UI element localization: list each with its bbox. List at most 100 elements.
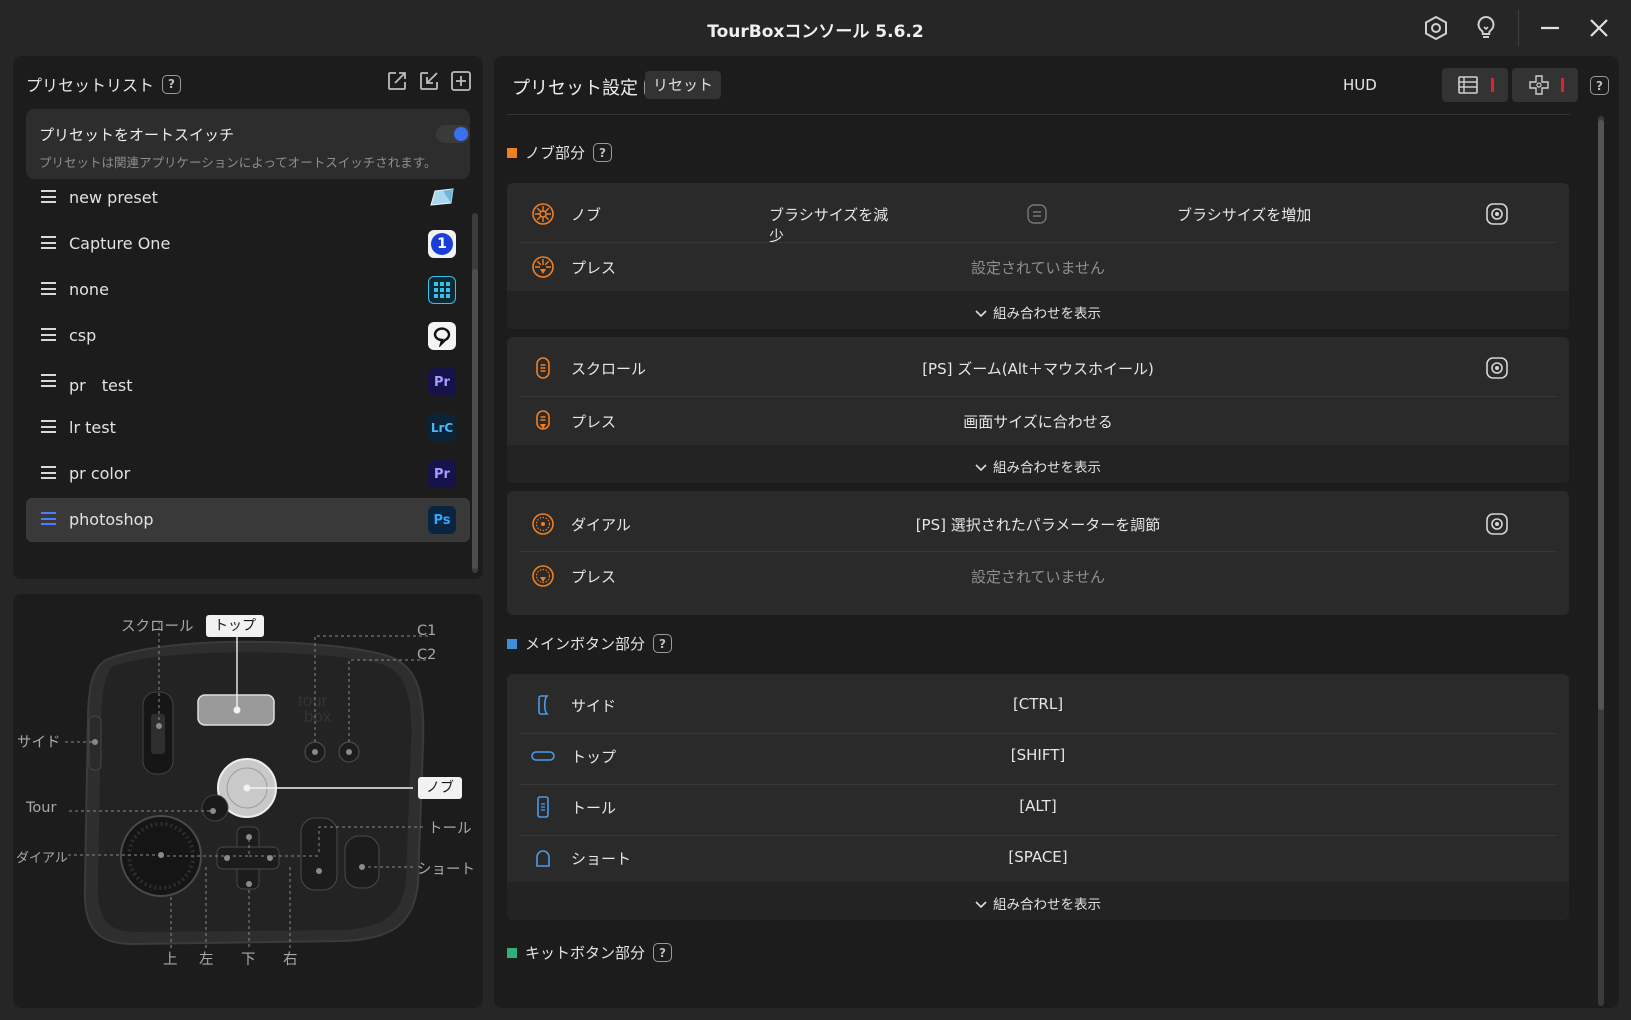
action-value[interactable]: [CTRL] xyxy=(507,695,1569,713)
chevron-down-icon xyxy=(975,310,987,318)
knob-card: ノブ ブラシサイズを減少 ブラシサイズを増加 プレス 設定されていません 組み合… xyxy=(507,183,1569,329)
hud-list-toggle[interactable] xyxy=(1442,68,1508,102)
gear-icon[interactable] xyxy=(1485,512,1509,536)
dpad-layout-icon xyxy=(1529,75,1549,95)
drag-handle-icon[interactable] xyxy=(41,512,56,525)
show-combinations-label: 組み合わせを表示 xyxy=(993,460,1101,476)
chevron-down-icon xyxy=(975,901,987,909)
preset-list-header: プリセットリスト ? xyxy=(26,72,182,96)
tourbox-device-illustration: tour box xyxy=(65,621,428,948)
help-icon[interactable]: ? xyxy=(593,143,613,162)
label-left: 左 xyxy=(199,952,214,968)
scroll-rotate-row[interactable]: スクロール [PS] ズーム(Alt＋マウスホイール) xyxy=(507,343,1569,393)
show-combinations-link[interactable]: 組み合わせを表示 xyxy=(507,302,1569,322)
show-combinations-link[interactable]: 組み合わせを表示 xyxy=(507,456,1569,476)
label-short: ショート xyxy=(417,862,475,878)
label-top-button: トップ xyxy=(206,615,264,637)
section-title: メインボタン部分 xyxy=(525,635,646,653)
premiere-icon: Pr xyxy=(428,460,456,488)
import-icon[interactable] xyxy=(417,69,441,93)
drag-handle-icon[interactable] xyxy=(41,236,56,249)
preset-item[interactable]: none xyxy=(26,268,470,312)
preset-settings-title: プリセット設定 xyxy=(512,78,638,99)
action-value[interactable]: [PS] 選択されたパラメーターを調節 xyxy=(507,514,1569,535)
chevron-down-icon xyxy=(975,464,987,472)
swap-direction-icon[interactable] xyxy=(1027,204,1047,224)
action-value[interactable]: [SHIFT] xyxy=(507,746,1569,764)
dial-press-row[interactable]: プレス 設定されていません xyxy=(507,551,1569,601)
show-combinations-bar[interactable]: 組み合わせを表示 xyxy=(507,882,1569,920)
list-layout-icon xyxy=(1458,76,1478,94)
help-icon[interactable]: ? xyxy=(162,74,182,94)
scrollbar-thumb[interactable] xyxy=(1598,120,1604,710)
top-button-row[interactable]: トップ [SHIFT] xyxy=(507,731,1569,781)
preset-item[interactable]: pr color Pr xyxy=(26,452,470,496)
show-combinations-link[interactable]: 組み合わせを表示 xyxy=(507,893,1569,913)
short-button-row[interactable]: ショート [SPACE] xyxy=(507,833,1569,883)
preset-item[interactable]: csp xyxy=(26,314,470,358)
hud-off-indicator xyxy=(1561,78,1564,92)
settings-hexagon-icon[interactable] xyxy=(1420,12,1452,44)
preset-item[interactable]: new preset xyxy=(26,176,470,220)
drag-handle-icon[interactable] xyxy=(41,466,56,479)
clockwise-action[interactable]: ブラシサイズを増加 xyxy=(1177,204,1317,225)
preset-list-panel: プリセットリスト ? プリセットをオートスイッチ プリセットは関連アプリケーショ… xyxy=(13,56,483,579)
drag-handle-icon[interactable] xyxy=(41,282,56,295)
drag-handle-icon[interactable] xyxy=(41,328,56,341)
side-button-row[interactable]: サイド [CTRL] xyxy=(507,680,1569,730)
show-combinations-bar[interactable]: 組み合わせを表示 xyxy=(507,445,1569,483)
preset-item[interactable]: lr test LrC xyxy=(26,406,470,450)
section-color-marker xyxy=(507,947,517,958)
action-value[interactable]: [ALT] xyxy=(507,797,1569,815)
drag-handle-icon[interactable] xyxy=(41,190,56,203)
knob-press-row[interactable]: プレス 設定されていません xyxy=(507,242,1569,292)
help-icon[interactable]: ? xyxy=(653,943,673,962)
preset-item-selected[interactable]: photoshop Ps xyxy=(26,498,470,542)
reset-button[interactable]: リセット xyxy=(645,71,722,99)
hud-device-toggle[interactable] xyxy=(1512,68,1578,102)
gear-icon[interactable] xyxy=(1485,202,1509,226)
label-side: サイド xyxy=(17,735,61,751)
preset-item[interactable]: pr test Pr xyxy=(26,360,470,404)
minimize-icon[interactable] xyxy=(1534,12,1566,44)
preset-name: none xyxy=(69,280,109,299)
action-value[interactable]: [SPACE] xyxy=(507,848,1569,866)
scrollbar-thumb[interactable] xyxy=(472,269,478,569)
action-value[interactable]: 設定されていません xyxy=(507,566,1569,587)
titlebar-divider xyxy=(1518,10,1519,46)
grid-app-icon xyxy=(428,276,456,304)
show-combinations-bar[interactable]: 組み合わせを表示 xyxy=(507,291,1569,329)
help-icon[interactable]: ? xyxy=(1590,76,1609,95)
preset-list-scrollbar[interactable] xyxy=(472,213,478,573)
knob-icon xyxy=(532,203,554,225)
knob-rotate-row[interactable]: ノブ ブラシサイズを減少 ブラシサイズを増加 xyxy=(507,189,1569,245)
counterclockwise-action[interactable]: ブラシサイズを減少 xyxy=(769,204,899,246)
tall-button-row[interactable]: トール [ALT] xyxy=(507,782,1569,832)
section-title: キットボタン部分 xyxy=(525,944,646,962)
action-value[interactable]: [PS] ズーム(Alt＋マウスホイール) xyxy=(507,358,1569,379)
auto-switch-card: プリセットをオートスイッチ プリセットは関連アプリケーションによってオートスイッ… xyxy=(26,109,470,179)
action-value[interactable]: 設定されていません xyxy=(507,257,1569,278)
gear-icon[interactable] xyxy=(1485,356,1509,380)
label-down: 下 xyxy=(241,952,256,968)
dial-rotate-row[interactable]: ダイアル [PS] 選択されたパラメーターを調節 xyxy=(507,499,1569,549)
header-divider xyxy=(507,114,1570,115)
label-tour: Tour xyxy=(26,800,57,816)
help-icon[interactable]: ? xyxy=(653,634,673,653)
preset-item[interactable]: Capture One 1 xyxy=(26,222,470,266)
auto-switch-description: プリセットは関連アプリケーションによってオートスイッチされます。 xyxy=(39,155,437,170)
lightroom-classic-icon: LrC xyxy=(428,414,456,442)
drag-handle-icon[interactable] xyxy=(41,420,56,433)
photoshop-icon: Ps xyxy=(428,506,456,534)
close-icon[interactable] xyxy=(1583,12,1615,44)
auto-switch-toggle[interactable] xyxy=(436,125,470,143)
settings-scrollbar[interactable] xyxy=(1598,116,1604,1006)
scroll-press-row[interactable]: プレス 画面サイズに合わせる xyxy=(507,396,1569,446)
action-value[interactable]: 画面サイズに合わせる xyxy=(507,411,1569,432)
lightbulb-icon[interactable] xyxy=(1470,12,1502,44)
add-preset-icon[interactable] xyxy=(449,69,473,93)
hud-label: HUD xyxy=(1343,76,1377,94)
drag-handle-icon[interactable] xyxy=(41,374,56,387)
auto-switch-title: プリセットをオートスイッチ xyxy=(39,126,235,144)
export-icon[interactable] xyxy=(385,69,409,93)
